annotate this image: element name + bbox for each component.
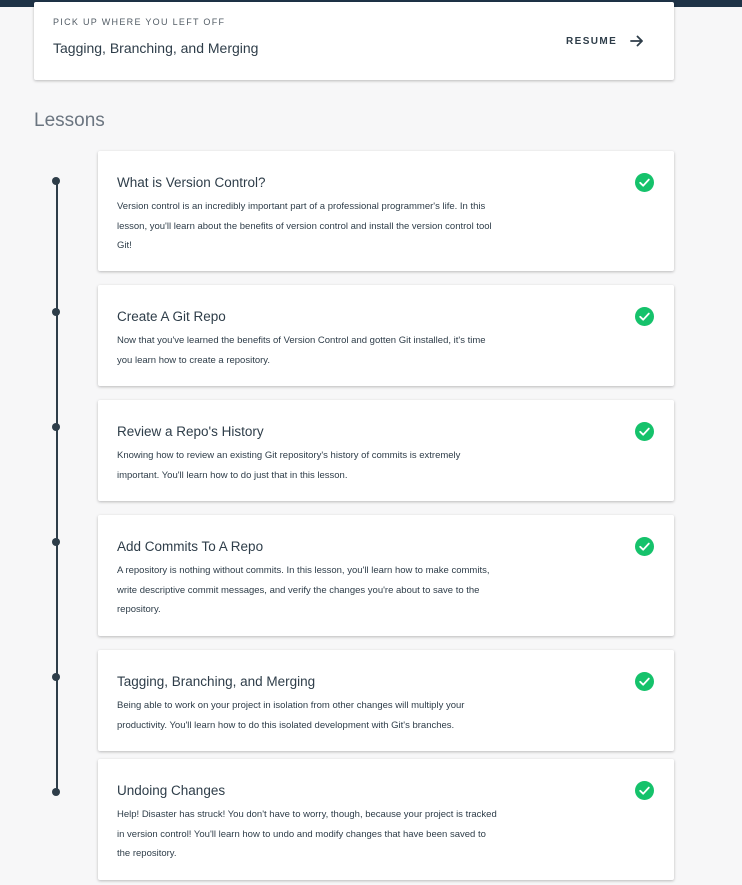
resume-button-label: RESUME: [566, 35, 618, 47]
lesson-title: What is Version Control?: [117, 175, 266, 190]
lessons-heading: Lessons: [34, 110, 105, 131]
timeline-dot: [52, 308, 60, 316]
lesson-description: Version control is an incredibly importa…: [117, 201, 492, 251]
timeline-dot: [52, 673, 60, 681]
lesson-card-what-is-version-control[interactable]: What is Version Control? Version control…: [98, 151, 674, 271]
lesson-description: Now that you've learned the benefits of …: [117, 335, 486, 366]
lesson-card-review-repo-history[interactable]: Review a Repo's History Knowing how to r…: [98, 400, 674, 501]
timeline-dot: [52, 177, 60, 185]
lesson-description: Being able to work on your project in is…: [117, 700, 465, 731]
lesson-title: Undoing Changes: [117, 783, 226, 798]
resume-button[interactable]: RESUME: [566, 28, 645, 54]
check-circle-icon: [635, 672, 654, 691]
lesson-description: A repository is nothing without commits.…: [117, 565, 490, 615]
lesson-card-tagging-branching-merging[interactable]: Tagging, Branching, and Merging Being ab…: [98, 650, 674, 751]
timeline-dot: [52, 538, 60, 546]
lesson-card-add-commits[interactable]: Add Commits To A Repo A repository is no…: [98, 515, 674, 636]
lesson-card-undoing-changes[interactable]: Undoing Changes Help! Disaster has struc…: [98, 759, 674, 880]
lesson-description: Knowing how to review an existing Git re…: [117, 450, 461, 481]
lesson-title: Add Commits To A Repo: [117, 539, 264, 554]
timeline-line: [56, 181, 58, 792]
lesson-title: Tagging, Branching, and Merging: [117, 674, 316, 689]
lesson-title: Review a Repo's History: [117, 424, 264, 439]
resume-lesson-title: Tagging, Branching, and Merging: [53, 40, 259, 56]
check-circle-icon: [635, 422, 654, 441]
lesson-card-create-a-git-repo[interactable]: Create A Git Repo Now that you've learne…: [98, 285, 674, 386]
resume-eyebrow: PICK UP WHERE YOU LEFT OFF: [53, 17, 226, 27]
lesson-title: Create A Git Repo: [117, 309, 226, 324]
check-circle-icon: [635, 781, 654, 800]
check-circle-icon: [635, 173, 654, 192]
resume-card: PICK UP WHERE YOU LEFT OFF Tagging, Bran…: [34, 2, 674, 80]
timeline-dot: [52, 423, 60, 431]
check-circle-icon: [635, 537, 654, 556]
lesson-description: Help! Disaster has struck! You don't hav…: [117, 809, 497, 859]
timeline-dot: [52, 788, 60, 796]
check-circle-icon: [635, 307, 654, 326]
arrow-right-icon: [629, 33, 645, 49]
